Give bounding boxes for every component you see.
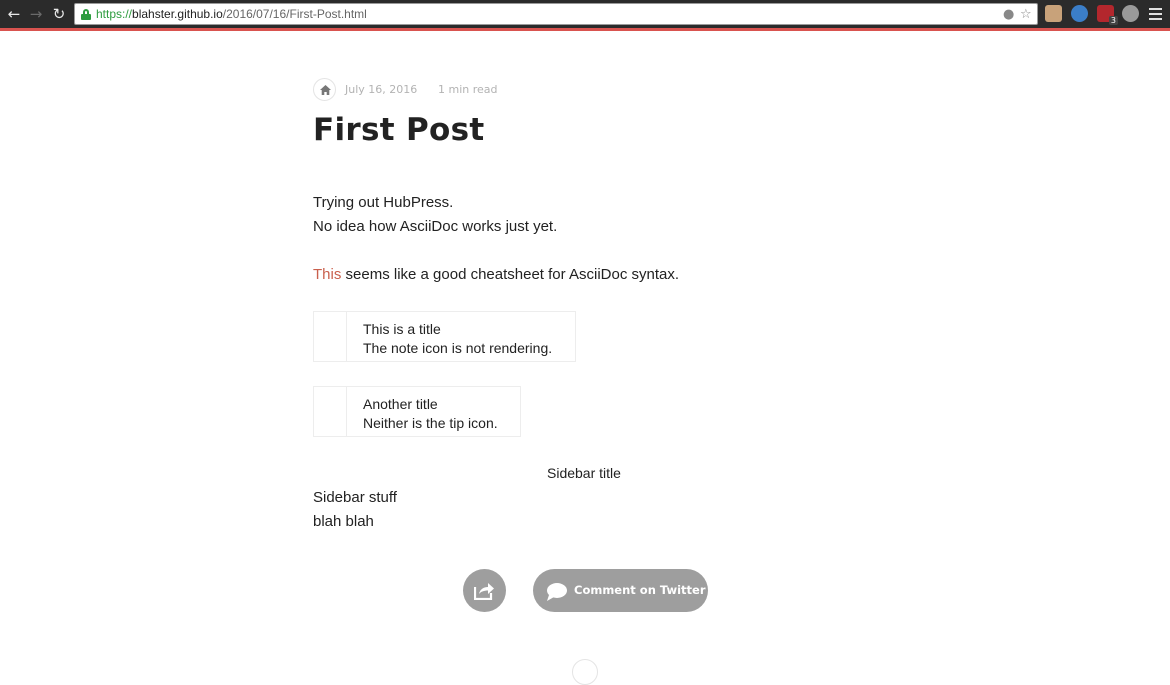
ublock-icon[interactable]: 3	[1097, 5, 1118, 25]
url-host: blahster.github.io	[132, 7, 223, 21]
browser-toolbar: ← → ↻ https://blahster.github.io/2016/07…	[0, 0, 1170, 28]
comment-on-twitter-label: Comment on Twitter	[574, 583, 706, 597]
reload-icon[interactable]: ↻	[50, 4, 68, 24]
post-meta: July 16, 2016 1 min read	[313, 78, 873, 102]
post-date: July 16, 2016	[345, 83, 418, 96]
cheatsheet-link[interactable]: This	[313, 266, 341, 283]
extension-badge: 3	[1108, 16, 1118, 25]
pocket-icon[interactable]	[1122, 5, 1139, 22]
hamburger-menu-icon[interactable]	[1149, 8, 1162, 20]
read-time: 1 min read	[438, 83, 498, 96]
sidebar-line-1: Sidebar stuff	[313, 489, 397, 506]
note-title: This is a title	[363, 321, 441, 337]
home-icon	[320, 85, 331, 95]
extension-bird-icon[interactable]	[1071, 5, 1088, 22]
speech-bubble-icon	[547, 583, 567, 601]
extension-face-icon[interactable]	[1045, 5, 1062, 22]
address-bar[interactable]: https://blahster.github.io/2016/07/16/Fi…	[74, 3, 1038, 25]
accent-bar	[0, 28, 1170, 31]
paragraph-3: This seems like a good cheatsheet for As…	[313, 266, 679, 283]
url-scheme: https://	[96, 7, 133, 21]
secure-lock-icon	[81, 9, 91, 20]
tip-title: Another title	[363, 396, 438, 412]
note-icon	[314, 312, 347, 361]
back-arrow-icon[interactable]: ←	[5, 4, 23, 24]
tip-icon	[314, 387, 347, 436]
paragraph-1: Trying out HubPress.	[313, 194, 454, 211]
note-admonition: This is a title The note icon is not ren…	[313, 311, 576, 362]
home-button[interactable]	[313, 78, 336, 101]
paragraph-3-text: seems like a good cheatsheet for AsciiDo…	[341, 266, 680, 283]
comment-on-twitter-button[interactable]: Comment on Twitter	[533, 569, 708, 612]
bookmark-star-icon[interactable]: ☆	[1020, 7, 1032, 23]
tip-admonition: Another title Neither is the tip icon.	[313, 386, 521, 437]
url-text[interactable]: https://blahster.github.io/2016/07/16/Fi…	[96, 7, 367, 21]
tip-body: Neither is the tip icon.	[363, 415, 498, 431]
forward-arrow-icon[interactable]: →	[27, 4, 45, 24]
url-path: /2016/07/16/First-Post.html	[222, 7, 367, 21]
share-icon	[474, 583, 494, 600]
share-button[interactable]	[463, 569, 506, 612]
note-body: The note icon is not rendering.	[363, 340, 553, 356]
paragraph-2: No idea how AsciiDoc works just yet.	[313, 218, 558, 235]
footer-circle-button[interactable]	[572, 659, 598, 685]
page-title: First Post	[313, 112, 485, 148]
cookie-blocked-icon[interactable]: ●	[1003, 7, 1014, 23]
sidebar-title: Sidebar title	[547, 465, 621, 481]
sidebar-line-2: blah blah	[313, 513, 374, 530]
